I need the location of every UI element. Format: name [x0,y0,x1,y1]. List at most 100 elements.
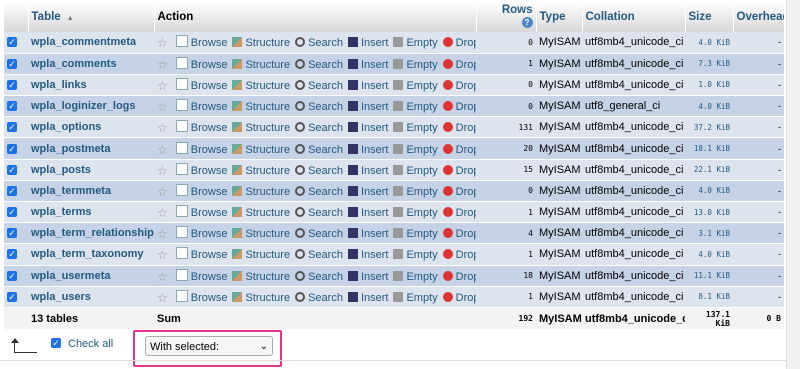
drop-link[interactable]: Drop [442,270,476,283]
favorite-star[interactable]: ☆ [157,58,171,72]
row-checkbox[interactable]: ✓ [7,37,17,48]
search-link-label[interactable]: Search [308,80,343,92]
star-icon[interactable]: ☆ [157,248,168,262]
structure-link[interactable]: Structure [232,79,290,92]
insert-link-label[interactable]: Insert [361,228,389,240]
table-name-link[interactable]: wpla_term_taxonomy [31,248,143,260]
search-link-label[interactable]: Search [308,165,343,177]
size-link[interactable]: 1.0 KiB [685,74,733,97]
size-link[interactable]: 4.0 KiB [685,180,733,203]
structure-link[interactable]: Structure [232,207,290,219]
browse-link[interactable]: Browse [175,268,227,283]
size-link[interactable]: 22.1 KiB [685,159,733,181]
empty-link-label[interactable]: Empty [406,186,437,198]
structure-link[interactable]: Structure [232,37,290,49]
insert-link[interactable]: Insert [347,164,388,177]
structure-link[interactable]: Structure [232,101,290,113]
drop-link[interactable]: Drop [442,164,476,177]
drop-link-label[interactable]: Drop [456,101,476,113]
favorite-star[interactable]: ☆ [157,164,171,178]
browse-link-label[interactable]: Browse [191,292,228,304]
size-link[interactable]: 3.1 KiB [685,222,733,245]
drop-link[interactable]: Drop [442,122,476,134]
search-link-label[interactable]: Search [308,186,343,198]
favorite-star[interactable]: ☆ [157,36,171,50]
browse-link-label[interactable]: Browse [191,144,228,156]
insert-link-label[interactable]: Insert [361,271,389,283]
table-name-link[interactable]: wpla_links [31,79,87,91]
empty-link-label[interactable]: Empty [406,59,437,71]
star-icon[interactable]: ☆ [157,143,168,157]
empty-link[interactable]: Empty [393,101,438,113]
insert-link[interactable]: Insert [347,101,388,113]
empty-link-label[interactable]: Empty [406,271,437,283]
insert-link[interactable]: Insert [347,143,388,156]
size-link[interactable]: 13.0 KiB [685,201,733,224]
star-icon[interactable]: ☆ [157,58,168,72]
insert-link-label[interactable]: Insert [361,186,389,198]
sort-size-link[interactable]: Size [689,11,712,23]
browse-link[interactable]: Browse [175,56,227,71]
empty-link[interactable]: Empty [393,143,438,156]
insert-link[interactable]: Insert [347,122,388,134]
drop-link-label[interactable]: Drop [456,292,476,304]
insert-link[interactable]: Insert [347,58,388,71]
empty-link-label[interactable]: Empty [406,228,437,240]
browse-link[interactable]: Browse [175,141,228,156]
star-icon[interactable]: ☆ [157,36,168,50]
search-link[interactable]: Search [295,270,343,283]
size-link[interactable]: 4.0 KiB [685,32,733,54]
search-link-label[interactable]: Search [308,249,343,261]
structure-link[interactable]: Structure [232,228,290,240]
browse-link[interactable]: Browse [175,162,227,177]
drop-link-label[interactable]: Drop [456,59,476,71]
insert-link-label[interactable]: Insert [361,207,389,219]
empty-link[interactable]: Empty [393,291,438,304]
favorite-star[interactable]: ☆ [157,143,171,157]
search-link[interactable]: Search [295,122,343,134]
table-name-link[interactable]: wpla_termmeta [31,185,111,197]
sort-overhead-link[interactable]: Overhead [737,11,784,23]
structure-link[interactable]: Structure [232,164,290,177]
favorite-star[interactable]: ☆ [157,291,171,305]
insert-link[interactable]: Insert [347,37,388,49]
row-checkbox[interactable]: ✓ [7,291,17,302]
empty-link-label[interactable]: Empty [406,144,437,156]
with-selected-dropdown[interactable]: With selected: ⌄ [145,336,273,356]
structure-link-label[interactable]: Structure [245,249,290,261]
structure-link-label[interactable]: Structure [245,228,290,240]
empty-link-label[interactable]: Empty [406,292,437,304]
structure-link-label[interactable]: Structure [245,101,290,113]
table-name-link[interactable]: wpla_usermeta [31,270,110,282]
search-link-label[interactable]: Search [308,207,343,219]
browse-link-label[interactable]: Browse [191,228,228,240]
structure-link-label[interactable]: Structure [245,80,290,92]
browse-link-label[interactable]: Browse [191,101,228,113]
browse-link[interactable]: Browse [175,99,228,113]
search-link[interactable]: Search [295,249,343,261]
browse-link[interactable]: Browse [175,35,227,49]
row-checkbox[interactable]: ✓ [7,207,17,218]
search-link[interactable]: Search [295,37,343,49]
search-link-label[interactable]: Search [308,228,343,240]
table-name-link[interactable]: wpla_commentmeta [31,36,136,48]
size-link[interactable]: 18.1 KiB [685,137,733,160]
browse-link-label[interactable]: Browse [191,207,228,219]
insert-link[interactable]: Insert [347,185,389,198]
header-collation[interactable]: Collation [582,2,686,32]
row-checkbox[interactable]: ✓ [7,270,17,281]
structure-link[interactable]: Structure [232,291,290,304]
empty-link-label[interactable]: Empty [406,122,437,134]
empty-link[interactable]: Empty [393,122,438,134]
favorite-star[interactable]: ☆ [157,100,171,114]
favorite-star[interactable]: ☆ [157,79,171,93]
size-link[interactable]: 4.0 KiB [685,95,733,118]
insert-link[interactable]: Insert [347,291,388,304]
header-size[interactable]: Size [685,2,734,32]
size-link[interactable]: 4.0 KiB [685,243,733,266]
favorite-star[interactable]: ☆ [157,121,171,135]
table-name-link[interactable]: wpla_options [31,121,101,133]
size-link[interactable]: 37.2 KiB [685,116,733,139]
row-checkbox[interactable]: ✓ [7,143,17,154]
empty-link[interactable]: Empty [393,270,438,283]
